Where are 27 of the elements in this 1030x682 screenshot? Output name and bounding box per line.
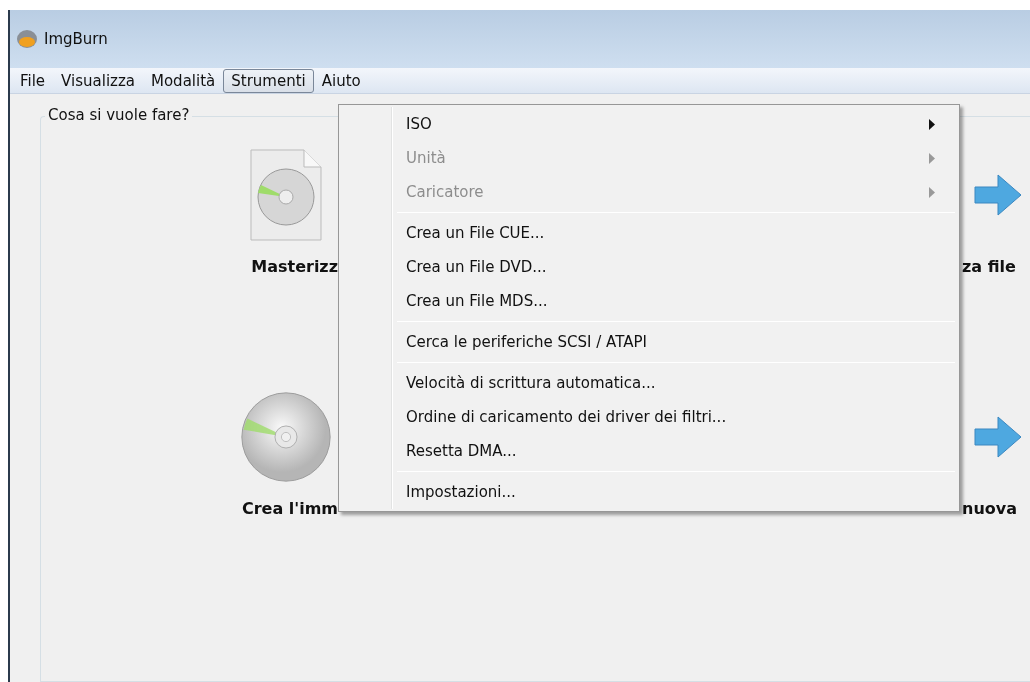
app-icon [16, 29, 38, 49]
disc-file-icon [250, 149, 322, 241]
task-label[interactable]: Masterizz [251, 257, 338, 276]
menu-option[interactable]: Ordine di caricamento dei driver dei filtri... [341, 400, 957, 434]
menu-option[interactable]: Resetta DMA... [341, 434, 957, 468]
submenu-arrow-icon [929, 187, 935, 198]
arrow-icon [974, 174, 1022, 216]
menu-item[interactable]: File [12, 68, 54, 93]
menu-option[interactable]: ISO [341, 107, 957, 141]
menu-item[interactable]: Visualizza [53, 68, 143, 93]
submenu-arrow-icon [929, 153, 935, 164]
menu-item[interactable]: Aiuto [313, 68, 369, 93]
menu-item[interactable]: Modalità [143, 68, 224, 93]
window-title: ImgBurn [44, 30, 108, 48]
menu-option[interactable]: Crea un File MDS... [341, 284, 957, 318]
arrow-icon [974, 416, 1022, 458]
task-label[interactable]: za file [962, 257, 1016, 276]
menu-option[interactable]: Velocità di scrittura automatica... [341, 366, 957, 400]
menu-option[interactable]: Crea un File CUE... [341, 216, 957, 250]
task-label[interactable]: Crea l'imm [241, 499, 338, 518]
menu-item[interactable]: Strumenti [223, 68, 314, 93]
task-label[interactable]: nuova [962, 499, 1017, 518]
disc-icon [240, 391, 332, 483]
submenu-arrow-icon [929, 119, 935, 130]
menu-option[interactable]: Crea un File DVD... [341, 250, 957, 284]
menu-option[interactable]: Impostazioni... [341, 475, 957, 509]
menu-option[interactable]: Cerca le periferiche SCSI / ATAPI [341, 325, 957, 359]
